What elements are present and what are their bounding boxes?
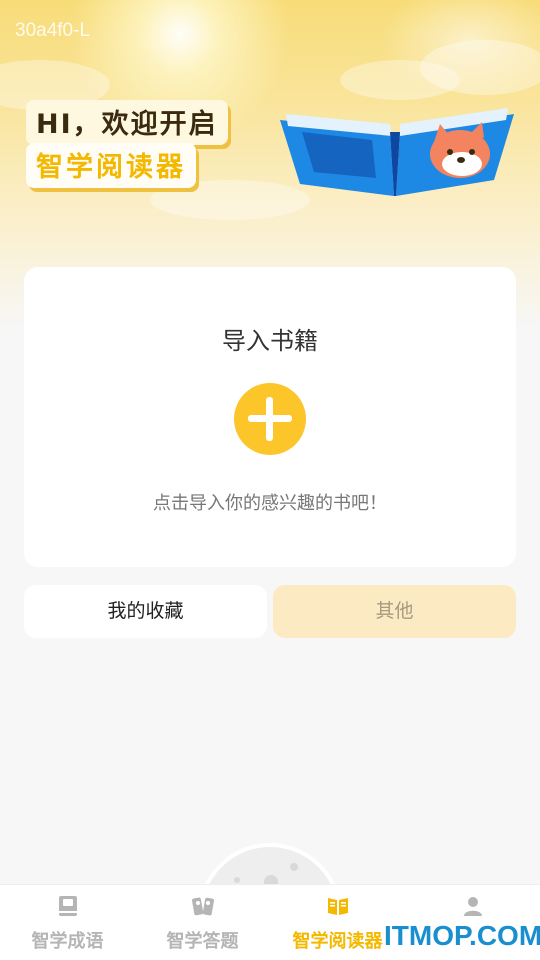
nav-label: 智学答题 xyxy=(166,931,239,952)
import-title: 导入书籍 xyxy=(222,327,318,355)
app-title-banner: 智学阅读器 xyxy=(26,143,196,188)
quiz-icon xyxy=(192,897,214,916)
nav-item-idioms[interactable]: 智学成语 xyxy=(0,885,135,960)
import-add-button[interactable] xyxy=(234,383,306,455)
import-hint: 点击导入你的感兴趣的书吧！ xyxy=(153,493,387,514)
nav-label: 智学成语 xyxy=(31,931,104,952)
tab-my-favorites[interactable]: 我的收藏 xyxy=(24,585,267,638)
nav-item-quiz[interactable]: 智学答题 xyxy=(135,885,270,960)
site-watermark: ITMOP.COM xyxy=(384,920,540,951)
tab-other[interactable]: 其他 xyxy=(273,585,516,638)
open-book-fox-illustration xyxy=(280,108,514,196)
open-book-icon xyxy=(328,898,348,915)
import-book-card: 导入书籍 点击导入你的感兴趣的书吧！ xyxy=(24,267,516,567)
greeting-banner: HI，欢迎开启 xyxy=(26,100,228,145)
user-icon xyxy=(464,897,482,916)
device-id-label: 30a4f0-L xyxy=(15,20,91,41)
book-icon xyxy=(59,896,77,916)
